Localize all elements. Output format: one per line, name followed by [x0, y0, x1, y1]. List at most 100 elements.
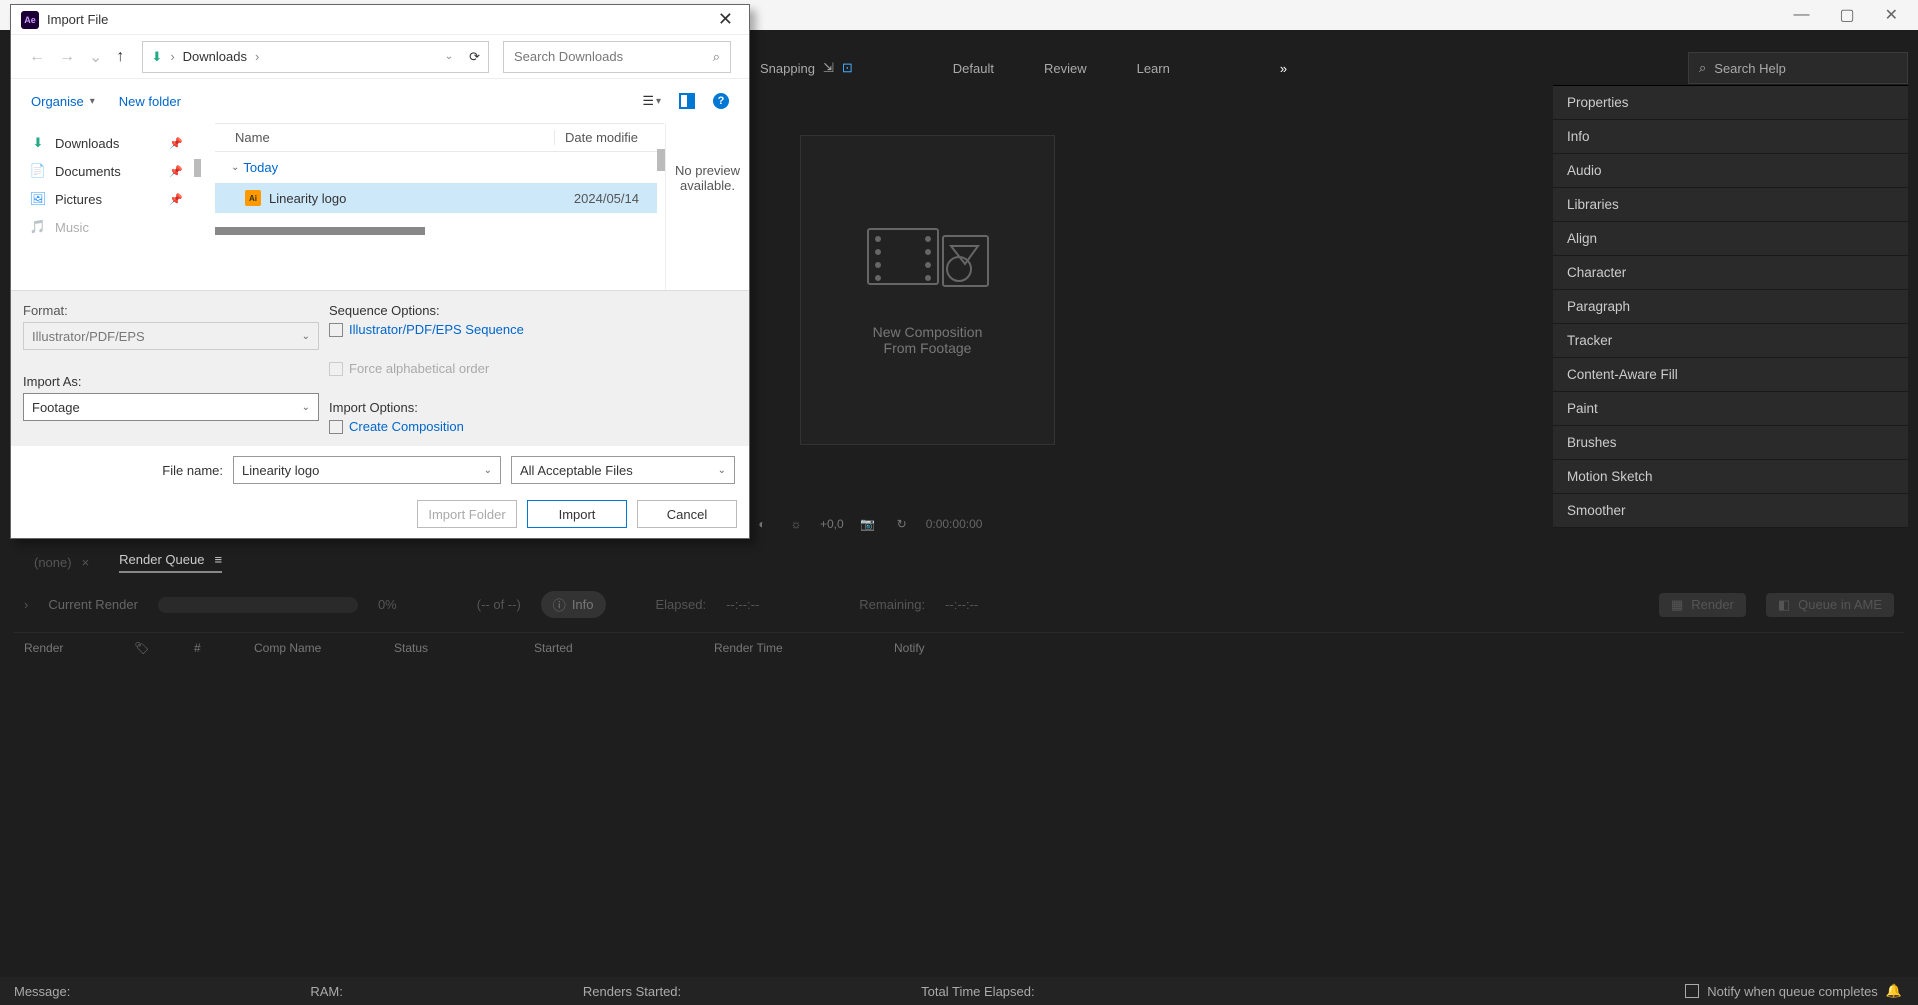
- files-scrollbar[interactable]: [657, 149, 665, 171]
- panel-brushes[interactable]: Brushes: [1553, 426, 1908, 460]
- file-name-input[interactable]: Linearity logo⌄: [233, 456, 501, 484]
- search-help-placeholder: Search Help: [1714, 61, 1786, 76]
- pin-icon[interactable]: 📌: [169, 193, 183, 206]
- refresh-icon[interactable]: ⟳: [469, 49, 480, 65]
- panel-info[interactable]: Info: [1553, 120, 1908, 154]
- search-icon: ⌕: [713, 49, 720, 65]
- search-help-input[interactable]: ⌕ Search Help: [1688, 52, 1908, 84]
- panel-smoother[interactable]: Smoother: [1553, 494, 1908, 528]
- panel-motion-sketch[interactable]: Motion Sketch: [1553, 460, 1908, 494]
- info-label[interactable]: Info: [572, 597, 594, 612]
- import-options-label: Import Options:: [329, 400, 529, 415]
- exposure-icon[interactable]: ☼: [786, 517, 806, 531]
- import-as-select[interactable]: Footage⌄: [23, 393, 319, 421]
- breadcrumb[interactable]: ⬇ › Downloads › ⌄ ⟳: [142, 41, 489, 73]
- workspace-more-icon[interactable]: »: [1280, 61, 1287, 76]
- file-date: 2024/05/14: [574, 191, 639, 206]
- workspace-review[interactable]: Review: [1044, 61, 1087, 76]
- preview-pane: No preview available.: [665, 123, 749, 290]
- snap-icon[interactable]: ⇲: [823, 60, 834, 76]
- nav-up-icon[interactable]: ↑: [116, 48, 124, 66]
- tab-none[interactable]: (none): [34, 555, 72, 570]
- download-icon: ⬇: [29, 134, 47, 152]
- sidebar-item-music[interactable]: 🎵Music: [11, 213, 201, 241]
- organise-button[interactable]: Organise▾: [31, 94, 95, 109]
- col-hash: #: [194, 641, 214, 655]
- sidebar-item-pictures[interactable]: 🖼Pictures📌: [11, 185, 201, 213]
- close-icon[interactable]: ✕: [1885, 5, 1898, 25]
- file-row[interactable]: Ai Linearity logo 2024/05/14: [215, 183, 657, 213]
- panel-tracker[interactable]: Tracker: [1553, 324, 1908, 358]
- nav-forward-icon[interactable]: →: [59, 48, 75, 66]
- search-input[interactable]: Search Downloads ⌕: [503, 41, 731, 73]
- preview-pane-button[interactable]: [679, 93, 695, 109]
- file-type-select[interactable]: All Acceptable Files⌄: [511, 456, 735, 484]
- sidebar-item-documents[interactable]: 📄Documents📌: [11, 157, 201, 185]
- import-as-label: Import As:: [23, 374, 319, 389]
- panel-paragraph[interactable]: Paragraph: [1553, 290, 1908, 324]
- sequence-checkbox[interactable]: Illustrator/PDF/EPS Sequence: [329, 322, 529, 337]
- dialog-close-icon[interactable]: ✕: [712, 9, 739, 30]
- snapping-label: Snapping: [760, 61, 815, 76]
- document-icon: 📄: [29, 162, 47, 180]
- new-comp-from-footage-card[interactable]: New Composition From Footage: [800, 135, 1055, 445]
- panel-content-aware[interactable]: Content-Aware Fill: [1553, 358, 1908, 392]
- remaining-label: Remaining:: [859, 597, 925, 612]
- files-h-scrollbar[interactable]: [215, 227, 425, 235]
- panel-properties[interactable]: Properties: [1553, 86, 1908, 120]
- pin-icon[interactable]: 📌: [169, 137, 183, 150]
- expand-icon[interactable]: ›: [24, 597, 28, 612]
- panel-menu-icon[interactable]: ≡: [214, 552, 222, 567]
- breadcrumb-location[interactable]: Downloads: [183, 49, 247, 64]
- refresh-icon[interactable]: ↻: [892, 517, 912, 531]
- close-tab-icon[interactable]: ×: [82, 555, 90, 570]
- color-icon[interactable]: ◐: [752, 517, 772, 531]
- import-file-dialog: Ae Import File ✕ ← → ⌄ ↑ ⬇ › Downloads ›…: [10, 4, 750, 539]
- column-name[interactable]: Name: [235, 130, 554, 145]
- view-mode-button[interactable]: ☰ ▾: [642, 93, 661, 109]
- snap-bounds-icon[interactable]: ⊡: [842, 60, 853, 76]
- force-alpha-checkbox: Force alphabetical order: [329, 361, 529, 376]
- nav-back-icon[interactable]: ←: [29, 48, 45, 66]
- file-group-today[interactable]: ⌄Today: [201, 152, 665, 183]
- notify-checkbox[interactable]: [1685, 984, 1699, 998]
- panel-character[interactable]: Character: [1553, 256, 1908, 290]
- sidebar-scrollbar[interactable]: [194, 159, 201, 177]
- nav-history-icon[interactable]: ⌄: [89, 47, 102, 67]
- breadcrumb-dropdown-icon[interactable]: ⌄: [445, 51, 453, 62]
- workspace-learn[interactable]: Learn: [1137, 61, 1170, 76]
- cancel-button[interactable]: Cancel: [637, 500, 737, 528]
- help-icon[interactable]: ?: [713, 93, 729, 109]
- format-label: Format:: [23, 303, 319, 318]
- sidebar-item-downloads[interactable]: ⬇Downloads📌: [11, 129, 201, 157]
- import-button[interactable]: Import: [527, 500, 627, 528]
- pin-icon[interactable]: 📌: [169, 165, 183, 178]
- maximize-icon[interactable]: ▢: [1839, 5, 1854, 25]
- create-comp-checkbox[interactable]: Create Composition: [329, 419, 529, 434]
- search-placeholder: Search Downloads: [514, 49, 623, 64]
- col-started: Started: [534, 641, 674, 655]
- footage-icon: [863, 224, 993, 294]
- render-button[interactable]: ▦Render: [1659, 593, 1746, 617]
- pictures-icon: 🖼: [29, 190, 47, 208]
- tab-render-queue[interactable]: Render Queue: [119, 552, 204, 567]
- queue-ame-button[interactable]: ◧Queue in AME: [1766, 593, 1894, 617]
- workspace-default[interactable]: Default: [953, 61, 994, 76]
- bell-icon[interactable]: 🔔: [1886, 983, 1902, 999]
- minimize-icon[interactable]: —: [1793, 6, 1809, 24]
- tag-icon: 🏷: [134, 641, 154, 655]
- col-render: Render: [24, 641, 94, 655]
- notify-label: Notify when queue completes: [1707, 984, 1878, 999]
- col-status: Status: [394, 641, 494, 655]
- import-folder-button[interactable]: Import Folder: [417, 500, 517, 528]
- camera-icon[interactable]: 📷: [858, 517, 878, 531]
- panel-audio[interactable]: Audio: [1553, 154, 1908, 188]
- column-date[interactable]: Date modifie: [554, 130, 644, 145]
- preview-text: No preview available.: [666, 163, 749, 193]
- panel-libraries[interactable]: Libraries: [1553, 188, 1908, 222]
- panel-paint[interactable]: Paint: [1553, 392, 1908, 426]
- panel-align[interactable]: Align: [1553, 222, 1908, 256]
- render-of: (-- of --): [477, 597, 521, 612]
- new-folder-button[interactable]: New folder: [119, 94, 181, 109]
- illustrator-file-icon: Ai: [245, 190, 261, 206]
